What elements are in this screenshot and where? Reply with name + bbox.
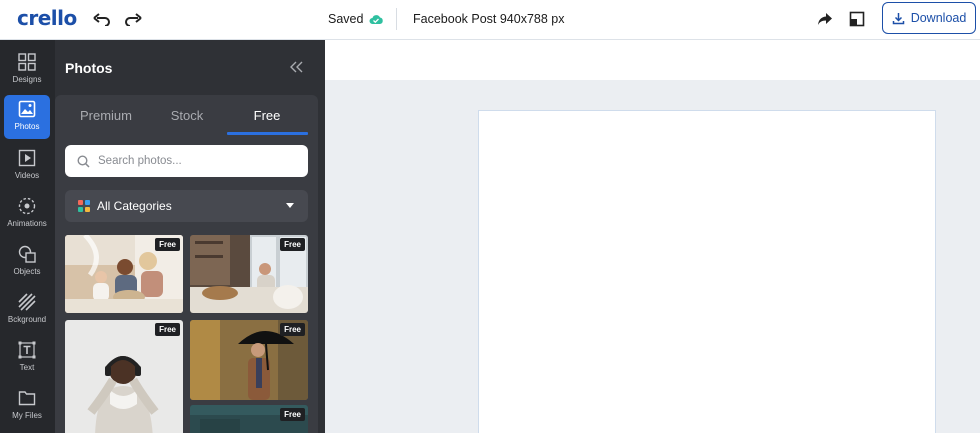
image-icon: [18, 100, 36, 118]
rail-item-text[interactable]: Text: [4, 336, 50, 380]
top-bar: crello Saved Facebook Post 940x788 px Do…: [0, 0, 980, 40]
text-icon: [18, 341, 36, 359]
photo-thumbnail[interactable]: Free: [65, 235, 183, 313]
photo-thumbnail[interactable]: Free: [190, 235, 308, 313]
download-button[interactable]: Download: [882, 2, 976, 34]
download-label: Download: [910, 11, 967, 25]
collapse-panel-icon[interactable]: [288, 60, 304, 74]
resize-icon[interactable]: [847, 9, 867, 29]
document-title[interactable]: Facebook Post 940x788 px: [413, 12, 565, 26]
free-badge: Free: [280, 323, 305, 336]
active-tab-indicator: [227, 132, 308, 135]
category-dropdown[interactable]: All Categories: [65, 190, 308, 222]
cloud-check-icon: [369, 15, 384, 24]
free-badge: Free: [280, 238, 305, 251]
chevron-down-icon: [286, 203, 294, 208]
tab-stock[interactable]: Stock: [152, 108, 222, 123]
rail-item-my-files[interactable]: My Files: [4, 384, 50, 428]
photo-man-headphones: [65, 320, 183, 433]
rail-item-videos[interactable]: Videos: [4, 144, 50, 188]
app-logo[interactable]: crello: [17, 6, 77, 30]
share-icon[interactable]: [815, 9, 835, 29]
download-icon: [892, 12, 904, 24]
rail-item-objects[interactable]: Objects: [4, 240, 50, 284]
animation-icon: [18, 197, 36, 215]
canvas-toolbar-area: [325, 40, 980, 80]
rail-item-photos[interactable]: Photos: [4, 95, 50, 139]
photo-thumbnail[interactable]: Free: [65, 320, 183, 433]
left-rail: Designs Photos Videos Animations Objects…: [0, 40, 55, 433]
photo-thumbnail[interactable]: Free: [190, 320, 308, 400]
panel-body: Premium Stock Free All Categories: [55, 95, 318, 433]
rail-label: My Files: [12, 411, 42, 420]
rail-label: Objects: [13, 267, 41, 276]
shapes-icon: [18, 245, 36, 263]
header-divider: [396, 8, 397, 30]
search-icon: [77, 154, 90, 168]
free-badge: Free: [155, 323, 180, 336]
folder-icon: [18, 391, 36, 406]
search-box[interactable]: [65, 145, 308, 177]
search-input[interactable]: [98, 155, 278, 167]
rail-label: Text: [19, 363, 35, 372]
category-label: All Categories: [97, 199, 172, 213]
tab-premium[interactable]: Premium: [71, 108, 141, 123]
save-status: Saved: [328, 12, 384, 26]
rail-item-designs[interactable]: Designs: [4, 48, 50, 92]
grid-icon: [18, 53, 36, 71]
rail-label: Animations: [7, 219, 47, 228]
play-icon: [18, 149, 36, 167]
saved-label: Saved: [328, 12, 364, 26]
undo-icon[interactable]: [92, 9, 112, 29]
rail-label: Designs: [12, 75, 42, 84]
tab-free[interactable]: Free: [232, 108, 302, 123]
categories-icon: [78, 200, 90, 212]
rail-item-animations[interactable]: Animations: [4, 192, 50, 236]
panel-title: Photos: [65, 60, 113, 76]
rail-label: Videos: [14, 171, 40, 180]
redo-icon[interactable]: [123, 9, 143, 29]
rail-item-background[interactable]: Bckground: [4, 288, 50, 332]
free-badge: Free: [155, 238, 180, 251]
photo-source-tabs: Premium Stock Free: [55, 95, 318, 135]
photo-thumbnail[interactable]: Free: [190, 405, 308, 433]
photos-panel: Photos Premium Stock Free All Categories: [55, 40, 325, 433]
free-badge: Free: [280, 408, 305, 421]
design-artboard[interactable]: [478, 110, 936, 433]
rail-label: Bckground: [7, 315, 47, 324]
rail-label: Photos: [14, 122, 40, 131]
background-icon: [18, 293, 36, 311]
